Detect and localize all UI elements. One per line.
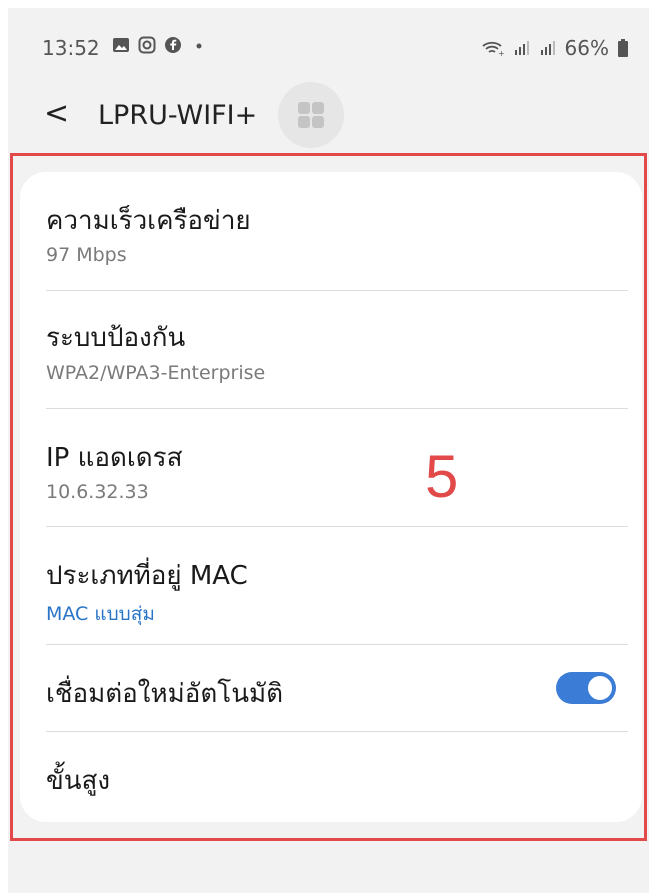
ip-address-title: IP แอดเดรส	[46, 443, 183, 473]
toggle-knob	[586, 674, 614, 702]
ip-address-row: IP แอดเดรส 10.6.32.33	[20, 409, 642, 526]
battery-percent: 66%	[564, 36, 609, 60]
mac-type-value: MAC แบบสุ่ม	[46, 603, 155, 625]
auto-reconnect-toggle[interactable]	[556, 672, 616, 704]
svg-text:+: +	[498, 49, 505, 57]
network-speed-value: 97 Mbps	[46, 244, 127, 266]
phone-screen: 13:52 + 66% < LPRU-WIFI+ ความเร็วเครือข่…	[8, 8, 649, 893]
dot-icon	[196, 43, 202, 49]
mac-type-row[interactable]: ประเภทที่อยู่ MAC MAC แบบสุ่ม	[20, 527, 642, 644]
security-value: WPA2/WPA3-Enterprise	[46, 362, 266, 384]
advanced-row[interactable]: ขั้นสูง	[20, 732, 642, 822]
status-bar: 13:52 + 66%	[8, 30, 649, 66]
wifi-icon: +	[481, 41, 505, 57]
battery-icon	[618, 39, 628, 57]
security-title: ระบบป้องกัน	[46, 323, 186, 353]
wifi-details-card: ความเร็วเครือข่าย 97 Mbps ระบบป้องกัน WP…	[20, 172, 642, 822]
system-icons: + 66%	[481, 36, 629, 60]
annotation-label: 5	[425, 443, 459, 510]
network-speed-row: ความเร็วเครือข่าย 97 Mbps	[20, 172, 642, 290]
qr-code-button[interactable]	[278, 82, 344, 148]
signal-icon	[514, 41, 529, 55]
network-speed-title: ความเร็วเครือข่าย	[46, 206, 251, 236]
signal-icon	[540, 41, 555, 55]
ip-address-value: 10.6.32.33	[46, 481, 149, 503]
qr-code-icon	[298, 102, 310, 114]
auto-reconnect-title: เชื่อมต่อใหม่อัตโนมัติ	[46, 679, 284, 709]
back-button[interactable]: <	[44, 94, 84, 134]
advanced-title: ขั้นสูง	[46, 766, 111, 796]
auto-reconnect-row[interactable]: เชื่อมต่อใหม่อัตโนมัติ	[20, 645, 642, 731]
status-time: 13:52	[42, 36, 100, 60]
security-row: ระบบป้องกัน WPA2/WPA3-Enterprise	[20, 291, 642, 408]
image-icon	[113, 38, 129, 52]
mac-type-title: ประเภทที่อยู่ MAC	[46, 561, 248, 591]
instagram-icon	[138, 36, 156, 54]
notification-icons	[112, 36, 208, 54]
app-header: < LPRU-WIFI+	[8, 80, 649, 150]
facebook-icon	[165, 37, 181, 53]
page-title: LPRU-WIFI+	[98, 100, 258, 131]
